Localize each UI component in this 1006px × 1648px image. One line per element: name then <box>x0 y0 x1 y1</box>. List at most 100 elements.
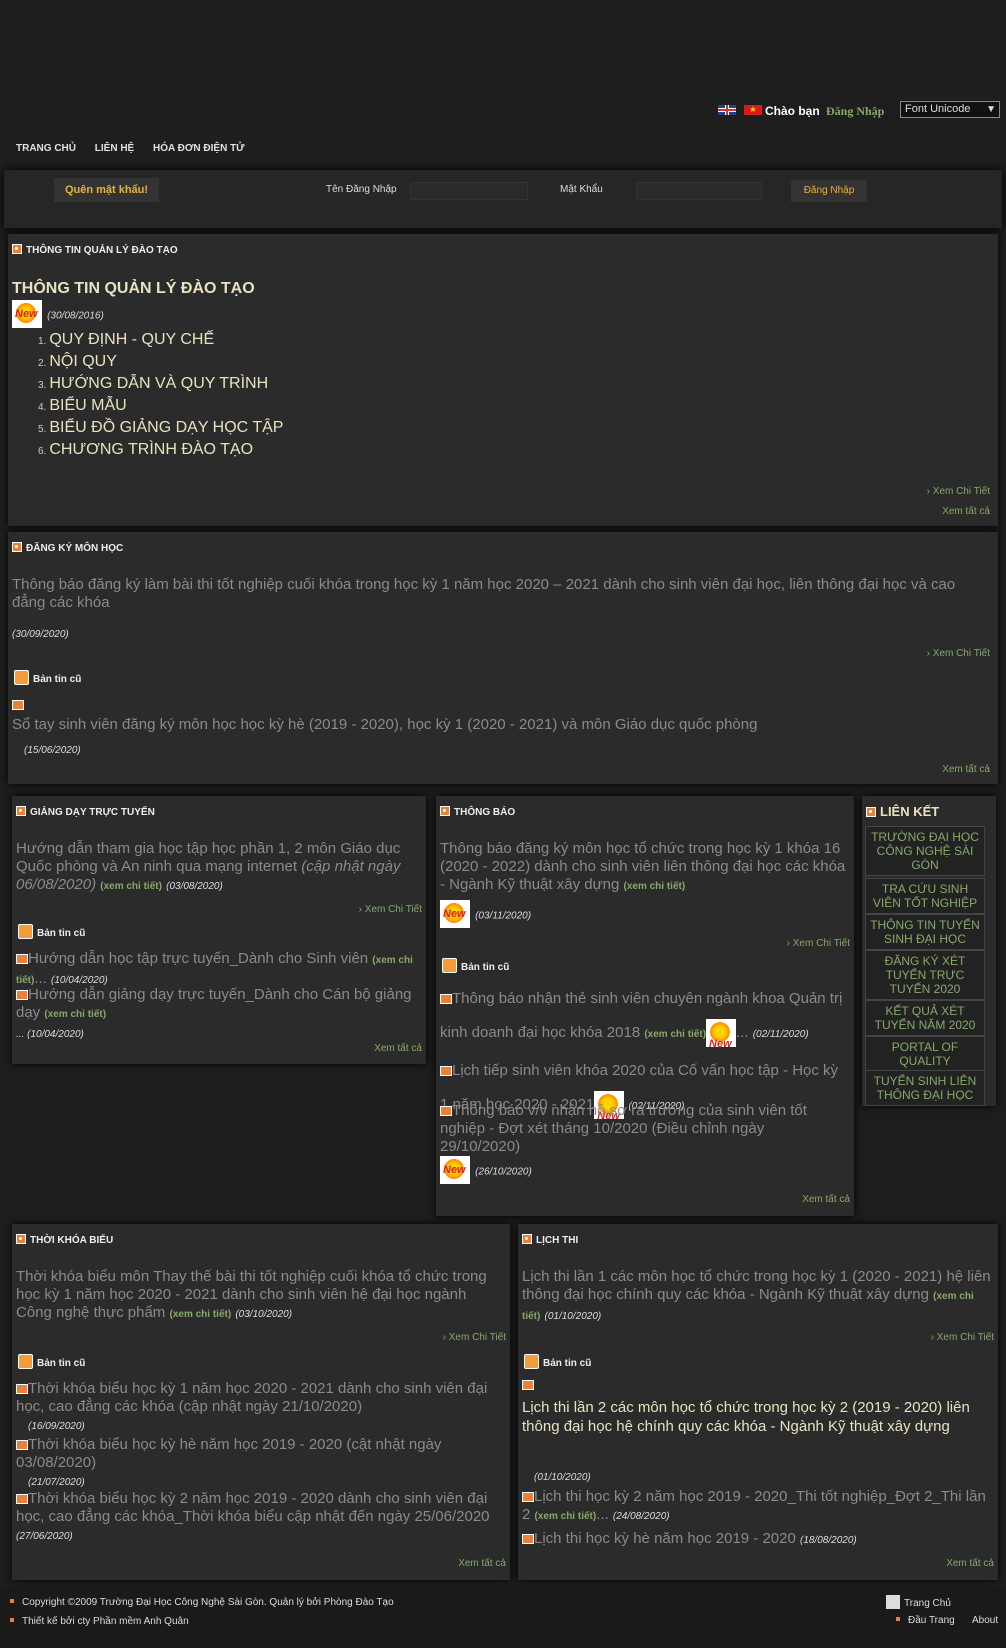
view-detail-link[interactable]: › Xem Chi Tiết <box>359 904 422 915</box>
rss-icon <box>440 1106 452 1116</box>
vietnam-flag-icon[interactable]: ★ <box>744 105 762 115</box>
notice-main-link[interactable]: Thông báo đăng ký môn học tổ chức trong … <box>440 840 848 896</box>
uk-flag-icon[interactable] <box>718 105 736 115</box>
timetable-panel: THỜI KHÓA BIỂU Thời khóa biểu môn Thay t… <box>12 1224 510 1580</box>
new-badge-icon <box>440 1156 470 1184</box>
rss-icon <box>524 1354 539 1369</box>
exam-old-date: (01/10/2020) <box>534 1472 591 1483</box>
rss-icon <box>16 954 28 964</box>
arrow-up-icon <box>896 1617 900 1621</box>
list-item[interactable]: Thời khóa biểu học kỳ hè năm học 2019 - … <box>16 1436 506 1492</box>
old-news-label: Bản tin cũ <box>543 1358 592 1369</box>
panel-title: THÔNG TIN QUẢN LÝ ĐÀO TẠO <box>26 245 178 256</box>
view-detail-link[interactable]: › Xem Chi Tiết <box>787 938 850 949</box>
panel-title: THÔNG BÁO <box>454 807 516 818</box>
copyright-text: Copyright ©2009 Trường Đại Học Công Nghệ… <box>10 1597 394 1608</box>
forgot-password-button[interactable]: Quên mật khẩu! <box>54 178 159 202</box>
rss-icon <box>16 1234 26 1244</box>
online-main-link[interactable]: Hướng dẫn tham gia học tập học phần 1, 2… <box>16 840 420 896</box>
training-item[interactable]: 5. BIỂU ĐỒ GIẢNG DẠY HỌC TẬP <box>38 418 283 440</box>
view-detail-link[interactable]: › Xem Chi Tiết <box>927 486 990 497</box>
rss-icon <box>440 1066 452 1076</box>
link-saigon-tech-university[interactable]: TRƯỜNG ĐẠI HỌC CÔNG NGHỆ SÀI GÒN <box>865 826 985 876</box>
view-all-link[interactable]: Xem tất cả <box>946 1558 994 1569</box>
old-news-label: Bản tin cũ <box>37 1358 86 1369</box>
view-all-link[interactable]: Xem tất cả <box>942 506 990 517</box>
top-login-link[interactable]: Đăng Nhập <box>826 104 884 119</box>
links-panel: LIÊN KẾT TRƯỜNG ĐẠI HỌC CÔNG NGHỆ SÀI GÒ… <box>862 796 996 1106</box>
view-all-link[interactable]: Xem tất cả <box>802 1194 850 1205</box>
rss-icon <box>12 244 22 254</box>
top-bar: ★ Chào bạn Đăng Nhập Font Unicode ▼ <box>0 96 1006 126</box>
registration-main-link[interactable]: Thông báo đăng ký làm bài thi tốt nghiệp… <box>12 576 992 612</box>
notice-old-date: (26/10/2020) <box>475 1166 532 1178</box>
rss-icon <box>12 700 24 710</box>
font-select[interactable]: Font Unicode ▼ <box>900 101 1000 118</box>
training-heading[interactable]: THÔNG TIN QUẢN LÝ ĐÀO TẠO <box>12 280 255 298</box>
main-nav: TRANG CHỦ LIÊN HỆ HÓA ĐƠN ĐIỆN TỬ <box>16 143 260 154</box>
training-item[interactable]: 4. BIỂU MẪU <box>38 396 283 418</box>
view-detail-link[interactable]: › Xem Chi Tiết <box>927 648 990 659</box>
new-badge-icon <box>12 300 42 328</box>
registration-old-date: (15/06/2020) <box>24 745 81 756</box>
link-transfer-admission[interactable]: TUYỂN SINH LIÊN THÔNG ĐẠI HỌC <box>865 1070 985 1106</box>
view-detail-link[interactable]: › Xem Chi Tiết <box>443 1332 506 1343</box>
course-registration-panel: ĐĂNG KÝ MÔN HỌC Thông báo đăng ký làm bà… <box>8 532 998 784</box>
link-admission-info[interactable]: THÔNG TIN TUYỂN SINH ĐẠI HỌC <box>865 914 985 950</box>
list-item[interactable]: Thông báo nhận thẻ sinh viên chuyên ngàn… <box>440 982 848 1052</box>
username-label: Tên Đăng Nhập <box>326 184 397 195</box>
rss-icon <box>12 542 22 552</box>
training-item[interactable]: 1. QUY ĐỊNH - QUY CHẾ <box>38 330 283 352</box>
rss-icon <box>866 807 876 817</box>
panel-title: LIÊN KẾT <box>880 804 940 819</box>
list-item[interactable]: Thông báo v/v nhận hồ sơ ra trường của s… <box>440 1102 848 1156</box>
old-news-label: Bản tin cũ <box>33 674 82 685</box>
rss-icon <box>522 1380 534 1390</box>
rss-icon <box>16 1384 28 1394</box>
view-all-link[interactable]: Xem tất cả <box>374 1043 422 1054</box>
list-item[interactable]: Lịch thi học kỳ hè năm học 2019 - 2020 (… <box>522 1530 992 1550</box>
link-admission-results[interactable]: KẾT QUẢ XÉT TUYỂN NĂM 2020 <box>865 1000 985 1036</box>
list-item[interactable]: Hướng dẫn học tập trực tuyến_Dành cho Si… <box>16 950 420 990</box>
footer: Copyright ©2009 Trường Đại Học Công Nghệ… <box>0 1587 1006 1648</box>
training-date: (30/08/2016) <box>47 310 104 322</box>
registration-old-link[interactable]: Sổ tay sinh viên đăng ký môn học học kỳ … <box>12 716 992 734</box>
training-item[interactable]: 2. NỘI QUY <box>38 352 283 374</box>
link-online-registration[interactable]: ĐĂNG KÝ XÉT TUYỂN TRỰC TUYẾN 2020 <box>865 950 985 1000</box>
training-item[interactable]: 6. CHƯƠNG TRÌNH ĐÀO TẠO <box>38 440 283 462</box>
list-item[interactable]: Thời khóa biểu học kỳ 1 năm học 2020 - 2… <box>16 1380 506 1436</box>
nav-einvoice[interactable]: HÓA ĐƠN ĐIỆN TỬ <box>153 143 244 154</box>
rss-icon <box>522 1534 534 1544</box>
rss-icon <box>16 990 28 1000</box>
footer-about-link[interactable]: About <box>972 1615 998 1626</box>
panel-title: THỜI KHÓA BIỂU <box>30 1235 114 1246</box>
view-detail-link[interactable]: › Xem Chi Tiết <box>931 1332 994 1343</box>
online-teaching-panel: GIẢNG DẠY TRỰC TUYẾN Hướng dẫn tham gia … <box>12 796 426 1064</box>
designer-text: Thiết kế bởi cty Phần mềm Anh Quân <box>10 1616 189 1627</box>
new-badge-icon <box>706 1019 737 1048</box>
list-item[interactable]: Lịch thi lần 2 các môn học tổ chức trong… <box>522 1398 992 1436</box>
exam-main-link[interactable]: Lịch thi lần 1 các môn học tổ chức trong… <box>522 1268 992 1326</box>
rss-icon <box>442 958 457 973</box>
footer-home-link[interactable]: Trang Chủ <box>886 1595 951 1609</box>
font-select-value: Font Unicode <box>905 103 971 115</box>
training-item[interactable]: 3. HƯỚNG DẪN VÀ QUY TRÌNH <box>38 374 283 396</box>
username-input[interactable] <box>410 182 528 200</box>
timetable-main-link[interactable]: Thời khóa biểu môn Thay thế bài thi tốt … <box>16 1268 506 1324</box>
registration-date: (30/09/2020) <box>12 629 69 640</box>
login-button[interactable]: Đăng Nhập <box>791 180 867 202</box>
list-item[interactable]: Lịch thi học kỳ 2 năm học 2019 - 2020_Th… <box>522 1488 992 1526</box>
link-graduate-lookup[interactable]: TRA CỨU SINH VIÊN TỐT NGHIỆP <box>865 878 985 914</box>
list-item[interactable]: Hướng dẫn giảng dạy trực tuyến_Dành cho … <box>16 986 420 1044</box>
footer-top-link[interactable]: Đầu Trang <box>896 1615 955 1626</box>
new-badge-icon <box>440 900 470 928</box>
home-icon <box>886 1595 900 1609</box>
list-item[interactable]: Thời khóa biểu học kỳ 2 năm học 2019 - 2… <box>16 1490 506 1546</box>
nav-contact[interactable]: LIÊN HỆ <box>95 143 134 154</box>
password-input[interactable] <box>636 182 762 200</box>
view-all-link[interactable]: Xem tất cả <box>942 764 990 775</box>
panel-title: ĐĂNG KÝ MÔN HỌC <box>26 543 124 554</box>
rss-icon <box>440 806 450 816</box>
nav-home[interactable]: TRANG CHỦ <box>16 143 76 154</box>
view-all-link[interactable]: Xem tất cả <box>458 1558 506 1569</box>
